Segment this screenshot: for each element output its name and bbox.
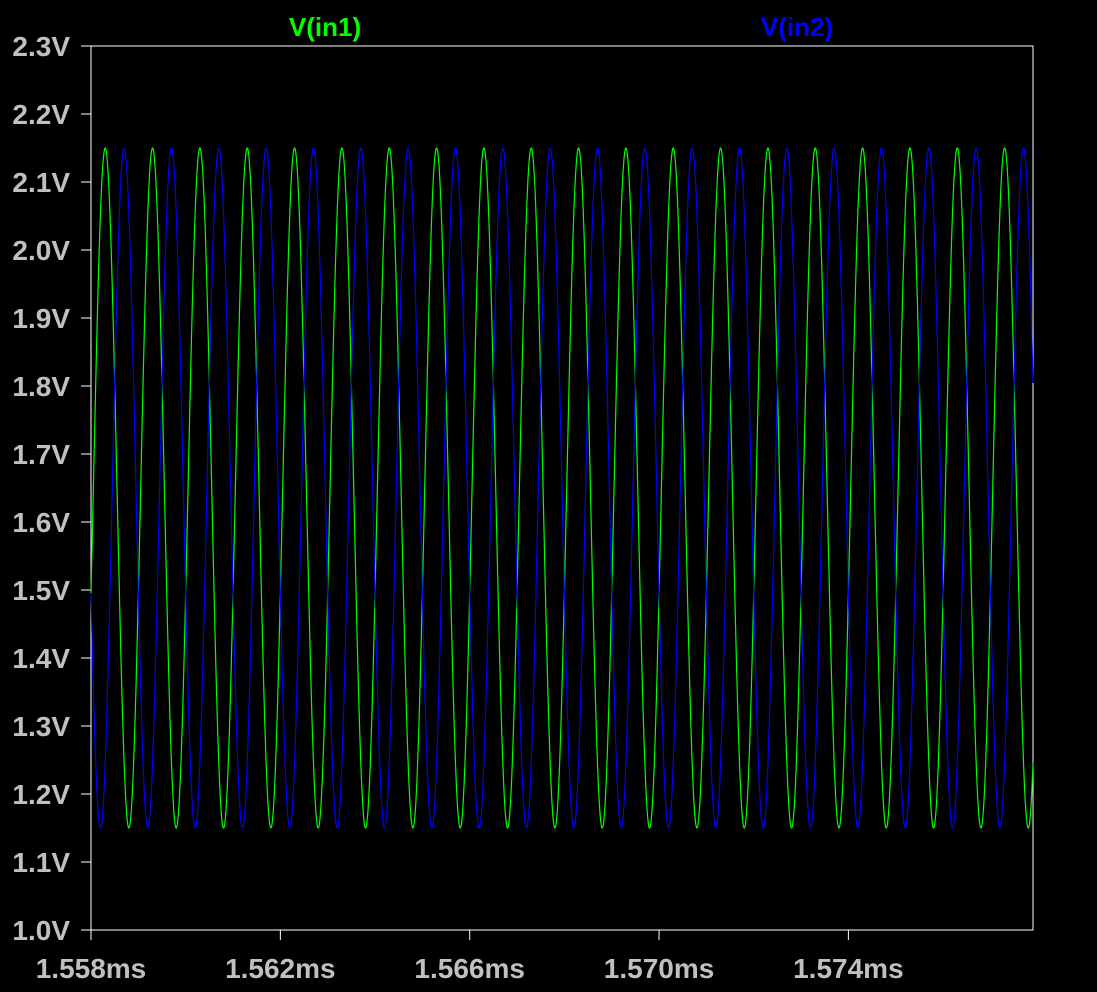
y-tick-label: 2.1V: [12, 167, 70, 198]
y-tick-label: 1.7V: [12, 439, 70, 470]
y-tick-label: 2.2V: [12, 99, 70, 130]
x-tick-label: 1.558ms: [36, 953, 147, 984]
y-tick-label: 2.3V: [12, 31, 70, 62]
y-tick-label: 1.0V: [12, 915, 70, 946]
y-tick-label: 1.9V: [12, 303, 70, 334]
x-tick-label: 1.574ms: [793, 953, 904, 984]
y-tick-label: 1.2V: [12, 779, 70, 810]
y-tick-label: 1.3V: [12, 711, 70, 742]
legend-label-in1[interactable]: V(in1): [289, 12, 361, 42]
legend: V(in1) V(in2): [289, 12, 833, 42]
y-axis: 1.0V 1.1V 1.2V 1.3V 1.4V 1.5V 1.6V 1.7V 1.8V 1.9V…: [12, 31, 91, 946]
y-tick-label: 1.6V: [12, 507, 70, 538]
waveform-plot: 1.0V 1.1V 1.2V 1.3V 1.4V 1.5V 1.6V 1.7V 1.8V 1.9V…: [12, 12, 1034, 984]
y-tick-label: 1.8V: [12, 371, 70, 402]
x-tick-label: 1.562ms: [225, 953, 336, 984]
x-tick-label: 1.570ms: [604, 953, 715, 984]
y-tick-label: 1.1V: [12, 847, 70, 878]
y-tick-label: 2.0V: [12, 235, 70, 266]
x-tick-label: 1.566ms: [414, 953, 525, 984]
x-axis: 1.558ms 1.562ms 1.566ms 1.570ms 1.574ms: [36, 930, 904, 984]
y-tick-label: 1.4V: [12, 643, 70, 674]
legend-label-in2[interactable]: V(in2): [761, 12, 833, 42]
y-tick-label: 1.5V: [12, 575, 70, 606]
